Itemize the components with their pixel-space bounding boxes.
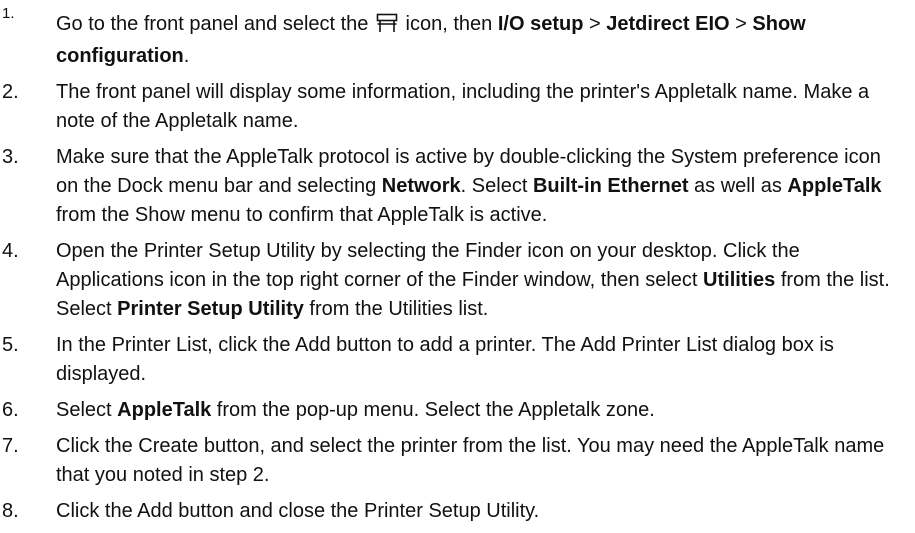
step-item: 5. In the Printer List, click the Add bu… [0,331,910,389]
step-text: Go to the front panel and select the ico… [56,3,910,71]
step-text-run: . [183,45,190,67]
step-item: 8. Click the Add button and close the Pr… [0,497,910,526]
step-text-run: Go to the front panel and select the [56,13,374,35]
menu-path-jetdirect-eio: Jetdirect EIO [606,13,730,35]
step-text: Select AppleTalk from the pop-up menu. S… [56,396,910,425]
step-text-run: > [729,13,753,35]
step-number: 8. [2,500,19,522]
step-text-run: . Select [460,175,533,197]
step-number: 4. [2,240,19,262]
step-text: Open the Printer Setup Utility by select… [56,237,910,324]
step-item: 4. Open the Printer Setup Utility by sel… [0,237,910,324]
step-text-run: Open the Printer Setup Utility by select… [56,240,800,291]
step-text-run: > [583,13,607,35]
ui-term-built-in-ethernet: Built-in Ethernet [532,175,689,197]
step-text-run: icon, then [400,13,498,35]
step-text-run: Click the Create button, and select the … [56,435,885,486]
ui-term-utilities: Utilities [703,269,776,291]
step-number: 2. [2,81,19,103]
step-number: 5. [2,334,19,356]
step-item: 3. Make sure that the AppleTalk protocol… [0,143,910,230]
step-text: The front panel will display some inform… [56,78,910,136]
step-item: 1. Go to the front panel and select the … [0,3,910,71]
step-text: Make sure that the AppleTalk protocol is… [56,143,910,230]
step-text-run: from the Show menu to confirm that Apple… [56,204,548,226]
step-number: 6. [2,399,19,421]
step-text-run: Select [56,399,118,421]
menu-path-io-setup: I/O setup [497,13,584,35]
ui-term-appletalk: AppleTalk [787,175,882,197]
setup-icon [376,13,398,42]
step-item: 6. Select AppleTalk from the pop-up menu… [0,396,910,425]
step-text: Click the Create button, and select the … [56,432,910,490]
step-item: 2. The front panel will display some inf… [0,78,910,136]
step-text: In the Printer List, click the Add butto… [56,331,910,389]
ui-term-appletalk: AppleTalk [117,399,212,421]
step-text-run: In the Printer List, click the Add butto… [56,334,834,385]
step-text-run: The front panel will display some inform… [56,81,870,132]
step-number: 3. [2,146,19,168]
step-text-run: Click the Add button and close the Print… [56,500,540,522]
step-number: 1. [2,5,15,22]
step-item: 7. Click the Create button, and select t… [0,432,910,490]
procedure-steps-list: 1. Go to the front panel and select the … [0,3,910,533]
step-text: Click the Add button and close the Print… [56,497,910,526]
step-text-run: from the pop-up menu. Select the Appleta… [211,399,655,421]
step-text-run: from the Utilities list. [303,298,489,320]
step-number: 7. [2,435,19,457]
ui-term-network: Network [381,175,461,197]
ui-term-printer-setup-utility: Printer Setup Utility [117,298,304,320]
step-text-run: as well as [688,175,788,197]
